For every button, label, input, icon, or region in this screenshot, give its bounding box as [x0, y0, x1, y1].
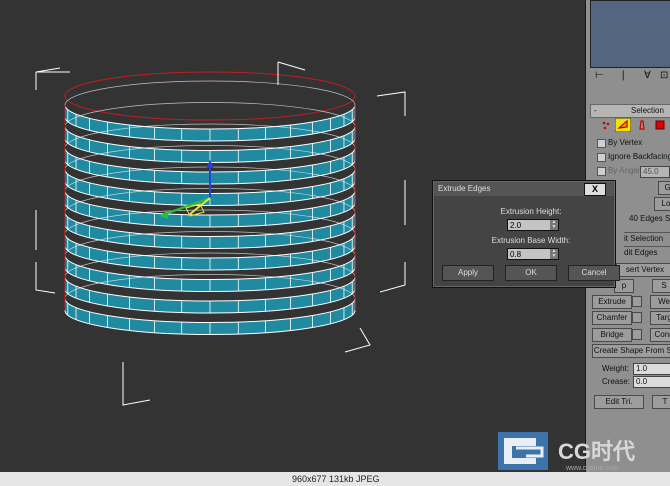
display-icon[interactable]: ⊡ [660, 70, 668, 81]
bridge-button[interactable]: Bridge [592, 328, 632, 342]
rollout-collapse: - [594, 106, 597, 115]
crease-spinner[interactable]: 0.0 [633, 376, 670, 388]
remove-button[interactable]: p [614, 279, 634, 293]
extrusion-height-spinner[interactable]: ▲▼ [507, 219, 559, 231]
selected-top-ring [64, 71, 356, 121]
extrusion-base-width-label: Extrusion Base Width: [491, 236, 571, 245]
band-rim [64, 80, 356, 106]
rollout-title: Selection [631, 106, 664, 115]
split-button[interactable]: S [652, 279, 670, 293]
cancel-button[interactable]: Cancel [568, 265, 620, 281]
panel-toolbar: ⊢ ❘ ∀ ⊡ [588, 70, 670, 86]
cgtime-url-text: www.cgtime.com [565, 465, 619, 472]
angle-spinner[interactable]: 45.0 [640, 166, 670, 178]
edge-icon[interactable] [615, 118, 631, 132]
loop-button[interactable]: Lo [654, 197, 670, 211]
by-vertex-checkbox[interactable]: By Vertex [597, 137, 670, 149]
target-weld-button[interactable]: Targ [650, 311, 670, 325]
close-button[interactable]: X [584, 183, 606, 196]
cgtime-logo: CG时代 www.cgtime.com [498, 432, 635, 472]
ignore-backfacing-checkbox[interactable]: Ignore Backfacing [597, 151, 670, 163]
bounding-box-bracket [379, 262, 406, 293]
apply-button[interactable]: Apply [442, 265, 494, 281]
extrusion-height-input[interactable] [508, 220, 550, 230]
extrusion-base-width-spinner[interactable]: ▲▼ [507, 248, 559, 260]
selection-rollout[interactable]: - Selection [590, 104, 670, 118]
dialog-titlebar[interactable]: Extrude Edges X [434, 182, 614, 196]
image-status-bar: 960x677 131kb JPEG [0, 472, 670, 486]
border-icon[interactable] [638, 120, 648, 130]
create-shape-button[interactable]: Create Shape From Se [592, 344, 670, 358]
connect-button[interactable]: Conn [650, 328, 670, 342]
cgtime-logo-text: CG时代 [558, 439, 635, 464]
extrusion-height-label: Extrusion Height: [500, 207, 562, 216]
bounding-box-bracket [277, 61, 306, 85]
bounding-box-bracket [344, 327, 371, 353]
edit-selection-rollout[interactable]: it Selection [624, 232, 670, 245]
hierarchy-icon[interactable]: ⊢ [595, 70, 604, 81]
weight-spinner[interactable]: 1.0 [633, 363, 670, 375]
material-preview [590, 0, 670, 68]
extrude-settings-button[interactable] [632, 296, 642, 307]
chamfer-button[interactable]: Chamfer [592, 311, 632, 325]
pin-icon[interactable]: ❘ [619, 70, 627, 81]
ok-button[interactable]: OK [505, 265, 557, 281]
edit-triangulation-button[interactable]: Edit Tri. [594, 395, 644, 409]
image-info: 960x677 131kb JPEG [292, 474, 380, 484]
turn-button[interactable]: T [652, 395, 670, 409]
bounding-box-bracket [376, 91, 406, 116]
bounding-box-bracket [35, 262, 56, 294]
vertex-icon[interactable] [601, 120, 611, 130]
grow-button[interactable]: Gr [658, 181, 670, 195]
chamfer-settings-button[interactable] [632, 312, 642, 323]
bounding-box-bracket [122, 362, 151, 406]
extrusion-base-width-input[interactable] [508, 249, 550, 259]
spinner-arrows-icon[interactable]: ▲ ▼ [550, 249, 558, 259]
polygon-icon[interactable] [655, 120, 665, 130]
weld-button[interactable]: We [650, 295, 670, 309]
edit-edges-rollout[interactable]: dit Edges [624, 246, 670, 259]
dialog-title: Extrude Edges [438, 184, 491, 193]
bounding-box-bracket [35, 67, 61, 90]
bridge-settings-button[interactable] [632, 329, 642, 340]
selection-status: 40 Edges S [629, 214, 670, 223]
extrude-button[interactable]: Extrude [592, 295, 632, 309]
spinner-arrows-icon[interactable]: ▲ ▼ [550, 220, 558, 230]
crease-label: Crease: [602, 377, 631, 386]
weight-label: Weight: [602, 364, 629, 373]
modifier-stack-icon[interactable]: ∀ [644, 70, 651, 81]
insert-vertex-button[interactable]: sert Vertex [616, 263, 670, 277]
